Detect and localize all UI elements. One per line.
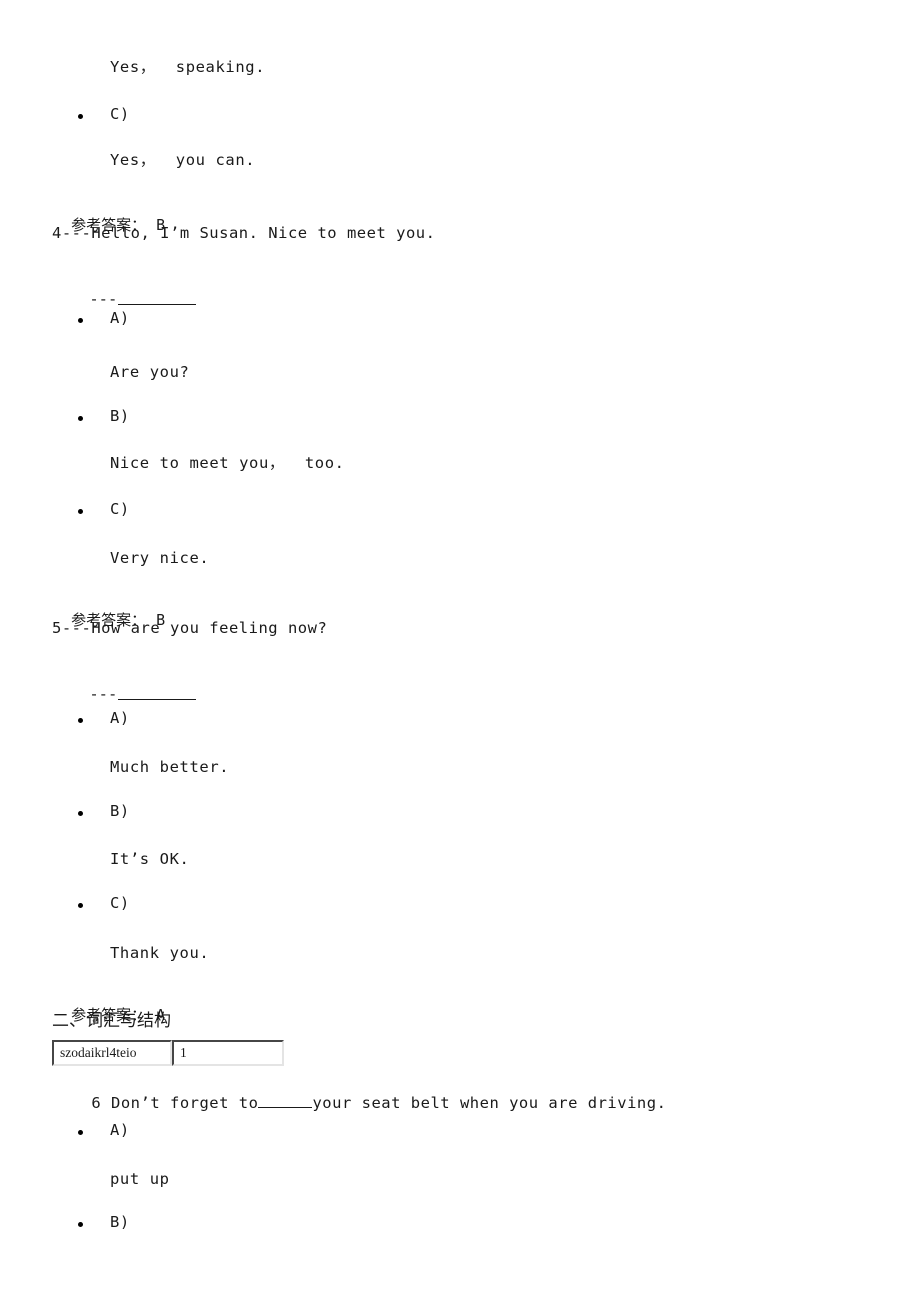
- list-item[interactable]: B): [78, 1213, 378, 1235]
- bullet-icon: [78, 114, 83, 119]
- question-stem: 4---Hello, I’m Susan. Nice to meet you.: [52, 224, 436, 242]
- bullet-icon: [78, 1130, 83, 1135]
- question-stem-before: 6 Don’t forget to: [91, 1094, 259, 1112]
- question-stem: 6 Don’t forget to your seat belt when you…: [52, 1076, 666, 1130]
- option-text: Nice to meet you， too.: [110, 454, 345, 472]
- list-item[interactable]: A): [78, 309, 378, 331]
- section-heading: 二、词汇与结构: [52, 1011, 171, 1031]
- option-label: C): [110, 105, 130, 123]
- input-field-group: [52, 1040, 284, 1066]
- reply-dashes: ---: [89, 685, 118, 703]
- option-label: A): [110, 1121, 130, 1139]
- list-item[interactable]: B): [78, 407, 378, 429]
- list-item[interactable]: C): [78, 894, 378, 916]
- bullet-icon: [78, 811, 83, 816]
- bullet-icon: [78, 509, 83, 514]
- option-label: A): [110, 309, 130, 327]
- option-label: A): [110, 709, 130, 727]
- bullet-icon: [78, 1222, 83, 1227]
- option-label: B): [110, 1213, 130, 1231]
- list-item[interactable]: A): [78, 1121, 378, 1143]
- option-text: It’s OK.: [110, 850, 190, 868]
- number-field[interactable]: [172, 1040, 284, 1066]
- option-label: C): [110, 894, 130, 912]
- option-text: put up: [110, 1170, 170, 1188]
- document-page: Yes， speaking. C) Yes， you can. 参考答案： B 4…: [0, 0, 920, 1301]
- option-label: C): [110, 500, 130, 518]
- list-item[interactable]: A): [78, 709, 378, 731]
- option-text: Yes， you can.: [110, 151, 256, 169]
- inline-blank-underline: [258, 1094, 313, 1108]
- option-text: Thank you.: [110, 944, 210, 962]
- option-text: Are you?: [110, 363, 190, 381]
- blank-underline: [118, 290, 197, 305]
- option-text: Much better.: [110, 758, 230, 776]
- bullet-icon: [78, 416, 83, 421]
- question-stem: 5---How are you feeling now?: [52, 619, 328, 637]
- answer-blank-row: ---: [52, 272, 197, 308]
- bullet-icon: [78, 318, 83, 323]
- question-stem-after: your seat belt when you are driving.: [312, 1094, 667, 1112]
- option-label: B): [110, 407, 130, 425]
- option-text: Very nice.: [110, 549, 210, 567]
- list-item[interactable]: C): [78, 500, 378, 522]
- reply-dashes: ---: [89, 290, 118, 308]
- answer-blank-row: ---: [52, 667, 197, 703]
- option-label: B): [110, 802, 130, 820]
- bullet-icon: [78, 718, 83, 723]
- code-field[interactable]: [52, 1040, 172, 1066]
- bullet-icon: [78, 903, 83, 908]
- blank-underline: [118, 685, 197, 700]
- list-item[interactable]: C): [78, 105, 378, 127]
- list-item[interactable]: B): [78, 802, 378, 824]
- option-text: Yes， speaking.: [110, 58, 266, 76]
